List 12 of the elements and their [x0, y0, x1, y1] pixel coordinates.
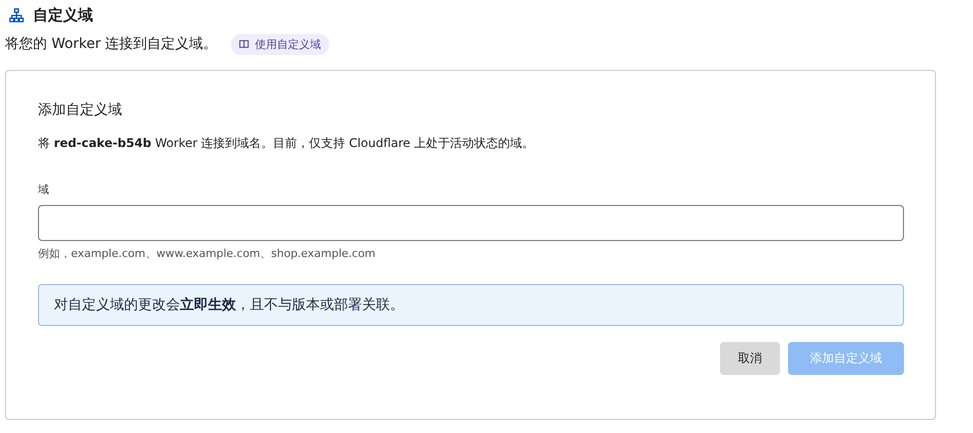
doc-link[interactable]: 使用自定义域	[231, 34, 330, 54]
section-description: 将您的 Worker 连接到自定义域。	[5, 35, 218, 53]
card-title: 添加自定义域	[38, 101, 123, 119]
book-icon	[239, 39, 250, 49]
sitemap-icon	[9, 8, 24, 22]
cancel-button[interactable]: 取消	[720, 342, 780, 375]
domain-input-field[interactable]	[38, 205, 904, 241]
field-label: 域	[38, 182, 50, 197]
card-description: 将 red-cake-b54b Worker 连接到域名。目前，仅支持 Cloudflare 上处于活动状态的域。	[38, 135, 536, 152]
info-notice: 对自定义域的更改会立即生效，且不与版本或部署关联。	[38, 284, 904, 326]
field-hint: 例如，example.com、www.example.com、shop.example.com	[38, 246, 376, 261]
section-title: 自定义域	[33, 6, 93, 24]
